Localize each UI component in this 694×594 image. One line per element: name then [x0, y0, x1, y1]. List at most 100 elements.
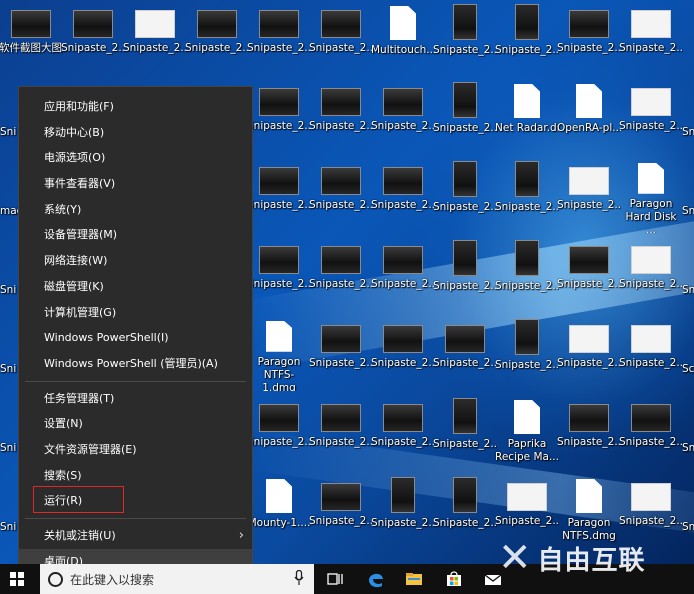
- desktop-icon[interactable]: Snipaste_2...: [371, 238, 435, 312]
- desktop-icon-label: Snipaste_2...: [309, 357, 373, 369]
- desktop-icon-label-partial: Sni: [0, 363, 17, 375]
- menu-item-run[interactable]: 运行(R): [19, 486, 252, 514]
- microphone-icon[interactable]: [294, 569, 304, 590]
- desktop-icon[interactable]: Snipaste_2...: [309, 159, 373, 233]
- desktop-icon-label-partial: Sni: [682, 442, 694, 454]
- desktop-icon[interactable]: OpenRA-pl...: [557, 80, 621, 154]
- menu-item-shutdown-signout[interactable]: 关机或注销(U) ›: [19, 523, 252, 549]
- desktop-icon[interactable]: Snipaste_2...: [309, 317, 373, 391]
- desktop-icon-label: Snipaste_2...: [557, 278, 621, 290]
- desktop-icon-label: Snipaste_2...: [495, 359, 559, 371]
- desktop-icon[interactable]: Snipaste_2...: [433, 159, 497, 233]
- desktop-icon[interactable]: Snipaste_2...: [247, 2, 311, 76]
- desktop-icon[interactable]: Snipaste_2...: [309, 80, 373, 154]
- menu-item-event-viewer[interactable]: 事件查看器(V): [19, 171, 252, 197]
- file-explorer-icon[interactable]: [404, 569, 424, 589]
- desktop-icon[interactable]: Snipaste_2...: [309, 396, 373, 470]
- desktop-icon[interactable]: Net Radar.dmg: [495, 80, 559, 154]
- desktop-icon[interactable]: Snipaste_2...: [309, 238, 373, 312]
- desktop-icon-label: Net Radar.dmg: [495, 122, 559, 134]
- desktop-icon[interactable]: Snipaste_2...: [433, 238, 497, 312]
- taskbar-search-box[interactable]: 在此键入以搜索: [40, 564, 314, 594]
- menu-item-mobility-center[interactable]: 移动中心(B): [19, 120, 252, 146]
- desktop-icon-label-partial: Sni: [682, 205, 694, 217]
- desktop-icon[interactable]: Snipaste_2...: [247, 238, 311, 312]
- desktop-icon-label-partial: Sni: [682, 284, 694, 296]
- task-view-icon[interactable]: [326, 569, 346, 589]
- desktop-icon[interactable]: Snipaste_2...: [495, 159, 559, 233]
- desktop-icon[interactable]: Snipaste_2...: [371, 396, 435, 470]
- image-thumbnail-icon: [453, 477, 477, 513]
- desktop-icon[interactable]: Snipaste_2...: [495, 238, 559, 312]
- desktop-icon[interactable]: Multitouch...: [371, 2, 435, 76]
- desktop-icon[interactable]: Snipaste_2...: [619, 80, 683, 154]
- desktop-icon[interactable]: Snipaste_2...: [433, 396, 497, 470]
- desktop-icon[interactable]: Snipaste_2...: [371, 475, 435, 549]
- desktop-icon[interactable]: Snipaste_2...: [61, 2, 125, 76]
- windows-logo-icon: [10, 580, 16, 586]
- desktop-icon[interactable]: Snipaste_2...: [247, 396, 311, 470]
- desktop-icon[interactable]: Snipaste_2...: [371, 159, 435, 233]
- desktop-icon[interactable]: Snipaste_2...: [557, 396, 621, 470]
- menu-item-network-connections[interactable]: 网络连接(W): [19, 248, 252, 274]
- desktop-icon-label: Snipaste_2...: [557, 42, 621, 54]
- desktop-icon[interactable]: Snipaste_2...: [433, 317, 497, 391]
- image-thumbnail-icon: [321, 88, 361, 116]
- desktop-icon-label-partial: Sc: [682, 363, 694, 375]
- menu-item-apps-features[interactable]: 应用和功能(F): [19, 94, 252, 120]
- desktop-icon-label-partial: Sni: [0, 521, 17, 533]
- desktop-icon[interactable]: Snipaste_2...: [557, 159, 621, 233]
- desktop-icon[interactable]: Snipaste_2...: [247, 80, 311, 154]
- menu-item-file-explorer[interactable]: 文件资源管理器(E): [19, 437, 252, 463]
- desktop-icon[interactable]: Snipaste_2...: [619, 2, 683, 76]
- desktop-icon[interactable]: Snipaste_2...: [371, 80, 435, 154]
- menu-item-search[interactable]: 搜索(S): [19, 463, 252, 489]
- desktop-icon[interactable]: Snipaste_2...: [557, 238, 621, 312]
- menu-item-task-manager[interactable]: 任务管理器(T): [19, 386, 252, 412]
- desktop-icon[interactable]: Paragon Hard Disk ...: [620, 159, 682, 233]
- desktop-icon[interactable]: Paprika Recipe Ma...: [495, 396, 559, 470]
- desktop-icon[interactable]: Snipaste_2...: [123, 2, 187, 76]
- desktop-icon[interactable]: Snipaste_2...: [557, 2, 621, 76]
- desktop-icon[interactable]: Snipaste_2...: [619, 238, 683, 312]
- image-thumbnail-icon: [321, 483, 361, 511]
- menu-item-device-manager[interactable]: 设备管理器(M): [19, 222, 252, 248]
- desktop-icon[interactable]: Snipaste_2...: [371, 317, 435, 391]
- menu-item-power-options[interactable]: 电源选项(O): [19, 145, 252, 171]
- image-thumbnail-icon: [631, 246, 671, 274]
- menu-item-shutdown-label: 关机或注销(U): [44, 529, 116, 542]
- desktop-icon[interactable]: Snipaste_2...: [495, 2, 559, 76]
- store-icon[interactable]: [444, 569, 464, 589]
- desktop-icon[interactable]: Snipaste_2...: [309, 2, 373, 76]
- start-button[interactable]: [10, 572, 24, 586]
- menu-item-powershell-admin[interactable]: Windows PowerShell (管理员)(A): [19, 351, 252, 377]
- desktop-icon[interactable]: Paragon NTFS-1.dmg: [248, 317, 310, 391]
- desktop-icon[interactable]: Snipaste_2...: [619, 396, 683, 470]
- menu-item-computer-management[interactable]: 计算机管理(G): [19, 300, 252, 326]
- edge-icon[interactable]: [366, 569, 386, 589]
- image-thumbnail-icon: [453, 398, 477, 434]
- desktop-icon-label: Snipaste_2...: [309, 436, 373, 448]
- desktop-icon[interactable]: Snipaste_2...: [557, 317, 621, 391]
- menu-item-disk-management[interactable]: 磁盘管理(K): [19, 274, 252, 300]
- image-thumbnail-icon: [453, 161, 477, 197]
- menu-item-settings[interactable]: 设置(N): [19, 411, 252, 437]
- desktop-icon-label: Snipaste_2...: [371, 199, 435, 211]
- desktop-icon[interactable]: Snipaste_2...: [433, 2, 497, 76]
- desktop-icon[interactable]: Snipaste_2...: [433, 475, 497, 549]
- desktop-icon-label: Snipaste_2...: [309, 120, 373, 132]
- desktop-icon-label: Snipaste_2...: [247, 42, 311, 54]
- desktop-icon[interactable]: Snipaste_2...: [619, 317, 683, 391]
- desktop-icon[interactable]: 软件截图大图标示例: [0, 2, 63, 76]
- menu-item-system[interactable]: 系统(Y): [19, 197, 252, 223]
- desktop-icon-label: Snipaste_2...: [619, 278, 683, 290]
- desktop-icon[interactable]: Snipaste_2...: [433, 80, 497, 154]
- desktop-icon-label: Snipaste_2...: [371, 357, 435, 369]
- desktop-icon[interactable]: Snipaste_2...: [247, 159, 311, 233]
- desktop-icon[interactable]: Snipaste_2...: [495, 317, 559, 391]
- desktop-icon[interactable]: Snipaste_2...: [309, 475, 373, 549]
- menu-item-powershell[interactable]: Windows PowerShell(I): [19, 325, 252, 351]
- desktop-icon[interactable]: Snipaste_2...: [185, 2, 249, 76]
- desktop-icon[interactable]: Mounty-1....: [248, 475, 310, 549]
- desktop-icon-label-partial: Sni: [0, 126, 17, 138]
